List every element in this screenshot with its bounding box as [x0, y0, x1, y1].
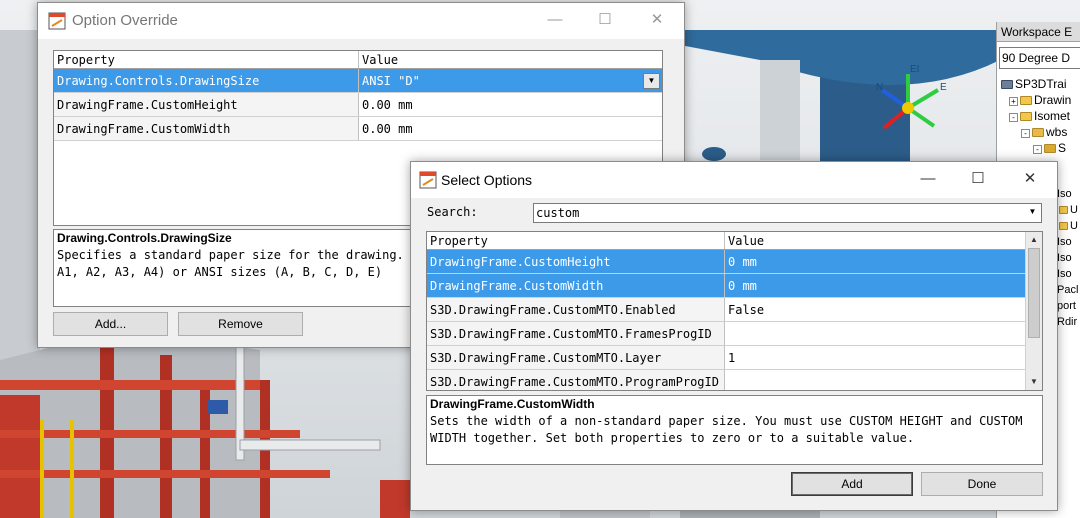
- property-name: S3D.DrawingFrame.CustomMTO.FramesProgID: [427, 322, 725, 345]
- property-name: S3D.DrawingFrame.CustomMTO.Layer: [427, 346, 725, 369]
- tree-item-s[interactable]: -S: [1033, 140, 1066, 156]
- workspace-explorer-header: Workspace E: [997, 22, 1080, 42]
- option-override-titlebar[interactable]: Option Override — ☐ ✕: [38, 3, 684, 39]
- description-title: DrawingFrame.CustomWidth: [430, 397, 595, 411]
- property-name: S3D.DrawingFrame.CustomMTO.Enabled: [427, 298, 725, 321]
- grid-vertical-scrollbar[interactable]: ▲ ▼: [1025, 232, 1042, 390]
- app-window-icon: [48, 12, 66, 30]
- property-name: DrawingFrame.CustomHeight: [54, 93, 359, 116]
- scroll-thumb[interactable]: [1028, 248, 1040, 338]
- property-value[interactable]: 1: [725, 346, 1025, 369]
- tree-item-iso-4[interactable]: Iso: [1057, 266, 1072, 282]
- property-name: Drawing.Controls.DrawingSize: [54, 69, 359, 92]
- property-value[interactable]: 0.00 mm: [359, 93, 662, 116]
- select-options-dialog: Select Options — ☐ ✕ Search: custom ▼ Pr…: [410, 161, 1058, 511]
- table-row[interactable]: S3D.DrawingFrame.CustomMTO.Enabled False: [427, 298, 1025, 322]
- maximize-button[interactable]: ☐: [582, 3, 628, 37]
- grid-header: Property Value: [427, 232, 1025, 250]
- tree-item-iso-3[interactable]: Iso: [1057, 250, 1072, 266]
- description-title: Drawing.Controls.DrawingSize: [57, 231, 232, 245]
- table-row[interactable]: DrawingFrame.CustomWidth 0 mm: [427, 274, 1025, 298]
- tree-item-iso-1[interactable]: Iso: [1057, 186, 1072, 202]
- add-button[interactable]: Add...: [53, 312, 168, 336]
- tree-item-pacl[interactable]: Pacl: [1057, 282, 1078, 298]
- tree-item-root[interactable]: SP3DTrai: [1001, 76, 1067, 92]
- collapse-icon[interactable]: -: [1033, 145, 1042, 154]
- folder-icon: [1020, 96, 1032, 105]
- option-override-title: Option Override: [72, 12, 178, 29]
- maximize-button[interactable]: ☐: [955, 162, 1001, 196]
- column-header-property[interactable]: Property: [54, 51, 359, 68]
- table-row[interactable]: S3D.DrawingFrame.CustomMTO.Layer 1: [427, 346, 1025, 370]
- table-row[interactable]: Drawing.Controls.DrawingSize ANSI "D" ▼: [54, 69, 662, 93]
- column-header-value[interactable]: Value: [725, 232, 1025, 249]
- wbs-icon: [1032, 128, 1044, 137]
- minimize-button[interactable]: —: [905, 162, 951, 196]
- collapse-icon[interactable]: -: [1009, 113, 1018, 122]
- done-button[interactable]: Done: [921, 472, 1043, 496]
- property-value[interactable]: [725, 370, 1025, 390]
- tree-item-port[interactable]: port: [1057, 298, 1076, 314]
- description-text: Sets the width of a non-standard paper s…: [430, 414, 1023, 445]
- select-options-titlebar[interactable]: Select Options — ☐ ✕: [411, 162, 1057, 198]
- tree-item-u-2[interactable]: U: [1059, 218, 1078, 234]
- grid-header: Property Value: [54, 51, 662, 69]
- column-header-property[interactable]: Property: [427, 232, 725, 249]
- expand-icon[interactable]: +: [1009, 97, 1018, 106]
- property-value[interactable]: False: [725, 298, 1025, 321]
- description-text: Specifies a standard paper size for the …: [57, 248, 418, 279]
- table-row[interactable]: S3D.DrawingFrame.CustomMTO.FramesProgID: [427, 322, 1025, 346]
- document-icon: [1059, 206, 1068, 214]
- close-button[interactable]: ✕: [634, 3, 680, 37]
- minimize-button[interactable]: —: [532, 3, 578, 37]
- search-dropdown-button[interactable]: ▼: [1024, 205, 1041, 221]
- table-row[interactable]: DrawingFrame.CustomHeight 0 mm: [427, 250, 1025, 274]
- property-name: S3D.DrawingFrame.CustomMTO.ProgramProgID: [427, 370, 725, 390]
- axis-label-east: E: [940, 82, 947, 93]
- property-value[interactable]: [725, 322, 1025, 345]
- scroll-up-icon[interactable]: ▲: [1026, 232, 1042, 248]
- property-value[interactable]: 0 mm: [725, 250, 1025, 273]
- select-options-description-panel: DrawingFrame.CustomWidth Sets the width …: [426, 395, 1043, 465]
- table-row[interactable]: DrawingFrame.CustomWidth 0.00 mm: [54, 117, 662, 141]
- search-label: Search:: [427, 205, 478, 219]
- tree-item-drawings[interactable]: + Drawin: [1009, 92, 1071, 108]
- tree-item-iso-2[interactable]: Iso: [1057, 234, 1072, 250]
- tree-item-wbs[interactable]: - wbs: [1021, 124, 1067, 140]
- workspace-filter-select[interactable]: 90 Degree D: [999, 47, 1080, 69]
- property-name: DrawingFrame.CustomWidth: [427, 274, 725, 297]
- property-name: DrawingFrame.CustomHeight: [427, 250, 725, 273]
- axis-label-north: N: [876, 82, 884, 93]
- property-value[interactable]: 0 mm: [725, 274, 1025, 297]
- scroll-down-icon[interactable]: ▼: [1026, 374, 1042, 390]
- gear-folder-icon: [1044, 144, 1056, 153]
- workspace-icon: [1001, 80, 1013, 89]
- document-icon: [1059, 222, 1068, 230]
- value-dropdown-button[interactable]: ▼: [643, 73, 660, 89]
- property-name: DrawingFrame.CustomWidth: [54, 117, 359, 140]
- collapse-icon[interactable]: -: [1021, 129, 1030, 138]
- select-options-property-grid: Property Value DrawingFrame.CustomHeight…: [426, 231, 1043, 391]
- search-input[interactable]: custom: [536, 206, 579, 220]
- axis-label-up: EI: [910, 64, 920, 75]
- table-row[interactable]: DrawingFrame.CustomHeight 0.00 mm: [54, 93, 662, 117]
- property-value[interactable]: ANSI "D": [359, 69, 662, 92]
- close-button[interactable]: ✕: [1007, 162, 1053, 196]
- search-combobox[interactable]: custom ▼: [533, 203, 1042, 223]
- folder-icon: [1020, 112, 1032, 121]
- table-row[interactable]: S3D.DrawingFrame.CustomMTO.ProgramProgID: [427, 370, 1025, 390]
- property-value[interactable]: 0.00 mm: [359, 117, 662, 140]
- tree-item-u-1[interactable]: U: [1059, 202, 1078, 218]
- app-window-icon: [419, 171, 437, 189]
- remove-button[interactable]: Remove: [178, 312, 303, 336]
- column-header-value[interactable]: Value: [359, 51, 662, 68]
- tree-item-rdir[interactable]: Rdir: [1057, 314, 1077, 330]
- add-button[interactable]: Add: [791, 472, 913, 496]
- tree-item-isometric[interactable]: - Isomet: [1009, 108, 1070, 124]
- select-options-title: Select Options: [441, 172, 533, 188]
